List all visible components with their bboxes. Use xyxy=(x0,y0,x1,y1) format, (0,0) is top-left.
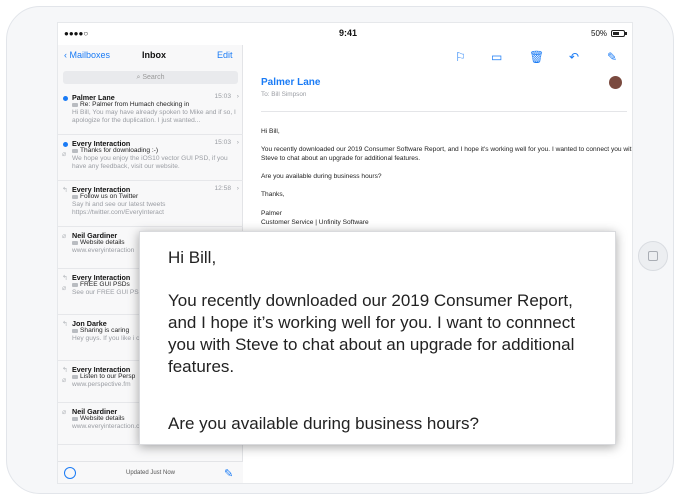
sidebar-footer: Updated Just Now ✎ xyxy=(58,461,243,483)
message-subject: Re: Palmer from Humach checking in xyxy=(80,101,190,108)
chevron-right-icon: › xyxy=(236,185,239,192)
attachment-icon: ⌀ xyxy=(62,285,67,292)
flag-icon[interactable]: ⚐ xyxy=(455,51,466,63)
zoom-greeting: Hi Bill, xyxy=(168,248,217,267)
search-placeholder: Search xyxy=(142,74,165,81)
message-time: 15:03 xyxy=(214,139,231,146)
replied-icon: ↰ xyxy=(62,367,68,374)
avatar xyxy=(609,76,622,89)
list-item[interactable]: ↰ Every Interaction 12:58 › Follow us on… xyxy=(58,181,243,227)
zoomed-email-callout: Hi Bill, You recently downloaded our 201… xyxy=(139,231,616,445)
message-preview: Say hi and see our latest tweets https:/… xyxy=(72,201,166,216)
status-bar: ●●●●○ 9:41 50% xyxy=(58,23,632,45)
signal-indicator: ●●●●○ xyxy=(64,29,89,38)
back-label: Mailboxes xyxy=(69,50,111,60)
search-input[interactable]: ⌕ Search xyxy=(63,71,238,84)
message-subject: Sharing is caring xyxy=(80,327,130,334)
replied-icon: ↰ xyxy=(62,275,68,282)
reader-sender[interactable]: Palmer Lane xyxy=(261,77,320,88)
clock: 9:41 xyxy=(339,28,358,38)
folder-icon[interactable]: ▭ xyxy=(491,51,502,63)
list-item[interactable]: Palmer Lane 15:03 › Re: Palmer from Huma… xyxy=(58,89,243,135)
zoom-question: Are you available during business hours? xyxy=(168,414,479,433)
compose-icon[interactable]: ✎ xyxy=(607,51,617,63)
message-preview: Hi Bill, You may have already spoken to … xyxy=(72,109,236,124)
reader-recipient: To: Bill Simpson xyxy=(261,91,307,98)
attachment-icon: ⌀ xyxy=(62,377,67,384)
list-item[interactable]: ⌀ Every Interaction 15:03 › Thanks for d… xyxy=(58,135,243,181)
home-button[interactable] xyxy=(638,241,668,271)
unread-dot xyxy=(63,96,68,101)
message-subject: Website details xyxy=(80,415,125,422)
attachment-icon: ⌀ xyxy=(62,233,67,240)
envelope-icon xyxy=(72,417,78,421)
email-question: Are you available during business hours? xyxy=(261,173,382,180)
message-time: 15:03 xyxy=(214,93,231,100)
envelope-icon xyxy=(72,283,78,287)
envelope-icon xyxy=(72,195,78,199)
message-toolbar: ⚐ ▭ 🗑 ↶ ✎ xyxy=(243,45,632,67)
email-body: You recently downloaded our 2019 Consume… xyxy=(261,146,633,162)
envelope-icon xyxy=(72,241,78,245)
header-divider xyxy=(261,111,627,112)
attachment-icon: ⌀ xyxy=(62,151,67,158)
zoom-body: You recently downloaded our 2019 Consume… xyxy=(168,291,575,376)
battery-icon xyxy=(611,30,627,37)
chevron-right-icon: › xyxy=(236,93,239,100)
message-subject: Listen to our Persp xyxy=(80,373,136,380)
mailboxes-back-button[interactable]: ‹ Mailboxes xyxy=(64,50,110,60)
message-subject: Website details xyxy=(80,239,125,246)
replied-icon: ↰ xyxy=(62,187,68,194)
attachment-icon: ⌀ xyxy=(62,409,67,416)
replied-icon: ↰ xyxy=(62,321,68,328)
edit-button[interactable]: Edit xyxy=(217,50,233,60)
trash-icon[interactable]: 🗑 xyxy=(529,51,544,63)
sidebar-nav: ‹ Mailboxes Inbox Edit xyxy=(58,45,242,67)
message-subject: FREE GUI PSDs xyxy=(80,281,130,288)
unread-dot xyxy=(63,142,68,147)
update-status: Updated Just Now xyxy=(125,470,176,476)
envelope-icon xyxy=(72,149,78,153)
reply-icon[interactable]: ↶ xyxy=(569,51,579,63)
battery-percentage: 50% xyxy=(591,29,608,38)
signature-title: Customer Service | Unfinity Software xyxy=(261,219,369,226)
message-preview: We hope you enjoy the iOS10 vector GUI P… xyxy=(72,155,228,170)
envelope-icon xyxy=(72,103,78,107)
email-signoff: Thanks, xyxy=(261,191,285,198)
message-time: 12:58 xyxy=(214,185,231,192)
email-greeting: Hi Bill, xyxy=(261,128,280,135)
message-subject: Thanks for downloading :-) xyxy=(80,147,159,154)
signature-name: Palmer xyxy=(261,210,282,217)
envelope-icon xyxy=(72,329,78,333)
envelope-icon xyxy=(72,375,78,379)
chevron-right-icon: › xyxy=(236,139,239,146)
message-subject: Follow us on Twitter xyxy=(80,193,139,200)
compose-icon[interactable]: ✎ xyxy=(224,467,233,480)
inbox-title: Inbox xyxy=(142,50,166,60)
